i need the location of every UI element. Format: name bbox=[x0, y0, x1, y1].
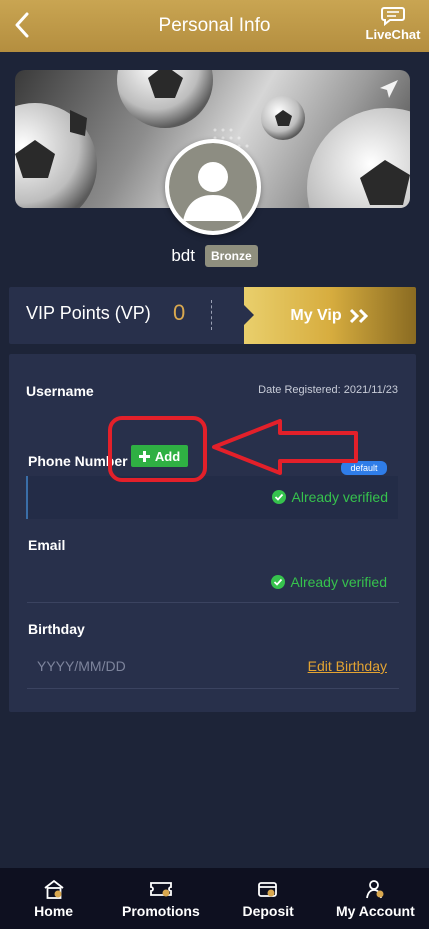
bottom-navigation: Home Promotions Deposit My Account bbox=[0, 868, 429, 929]
avatar[interactable] bbox=[165, 139, 261, 235]
edit-birthday-link[interactable]: Edit Birthday bbox=[308, 658, 387, 674]
email-label: Email bbox=[28, 537, 66, 553]
nav-home[interactable]: Home bbox=[4, 879, 104, 919]
username-label: Username bbox=[26, 383, 94, 399]
my-vip-button[interactable]: My Vip bbox=[244, 287, 416, 344]
vip-points-bar: VIP Points (VP) 0 My Vip bbox=[9, 287, 416, 344]
chat-icon bbox=[381, 7, 405, 26]
user-icon bbox=[366, 879, 384, 898]
personal-details-card: Username Date Registered: 2021/11/23 Pho… bbox=[9, 354, 416, 712]
email-verified-text: Already verified bbox=[290, 574, 388, 590]
separator bbox=[27, 602, 399, 603]
nav-deposit[interactable]: Deposit bbox=[218, 879, 318, 919]
livechat-button[interactable]: LiveChat bbox=[363, 6, 423, 46]
check-circle-icon bbox=[270, 575, 285, 589]
user-info-line: bdt Bronze bbox=[0, 243, 429, 269]
tier-badge: Bronze bbox=[204, 245, 258, 267]
back-button[interactable] bbox=[8, 8, 36, 42]
username-display: bdt bbox=[171, 246, 195, 265]
email-verified-status: Already verified bbox=[270, 574, 388, 590]
my-vip-label: My Vip bbox=[290, 306, 342, 324]
annotation-highlight-box bbox=[108, 416, 207, 482]
phone-verified-text: Already verified bbox=[291, 489, 389, 505]
nav-my-account-label: My Account bbox=[335, 902, 415, 919]
separator bbox=[27, 688, 399, 689]
chevron-left-icon bbox=[15, 12, 29, 38]
notch-decoration bbox=[244, 305, 254, 325]
vip-points-label: VIP Points (VP) bbox=[26, 303, 151, 323]
vip-points-value: 0 bbox=[173, 300, 186, 325]
double-chevron-right-icon bbox=[349, 308, 368, 323]
check-circle-icon bbox=[271, 490, 286, 504]
home-icon bbox=[44, 879, 64, 899]
livechat-label: LiveChat bbox=[365, 27, 421, 42]
wallet-icon bbox=[258, 881, 278, 897]
birthday-label: Birthday bbox=[28, 621, 85, 637]
nav-deposit-label: Deposit bbox=[242, 902, 294, 919]
nav-my-account[interactable]: My Account bbox=[325, 879, 425, 919]
header-bar: Personal Info LiveChat bbox=[0, 0, 429, 52]
nav-home-label: Home bbox=[34, 902, 74, 919]
ticket-icon bbox=[149, 881, 172, 896]
nav-promotions-label: Promotions bbox=[121, 902, 200, 919]
paper-plane-icon bbox=[380, 80, 398, 98]
user-silhouette-icon bbox=[169, 143, 257, 231]
divider bbox=[211, 300, 212, 330]
birthday-input[interactable]: YYYY/MM/DD bbox=[37, 658, 126, 674]
share-button[interactable] bbox=[378, 78, 400, 105]
nav-promotions[interactable]: Promotions bbox=[111, 879, 211, 919]
page-title: Personal Info bbox=[158, 15, 271, 36]
annotation-arrow bbox=[212, 419, 358, 475]
phone-field[interactable]: Already verified bbox=[26, 476, 398, 519]
phone-verified-status: Already verified bbox=[271, 489, 389, 505]
date-registered: Date Registered: 2021/11/23 bbox=[258, 384, 398, 396]
